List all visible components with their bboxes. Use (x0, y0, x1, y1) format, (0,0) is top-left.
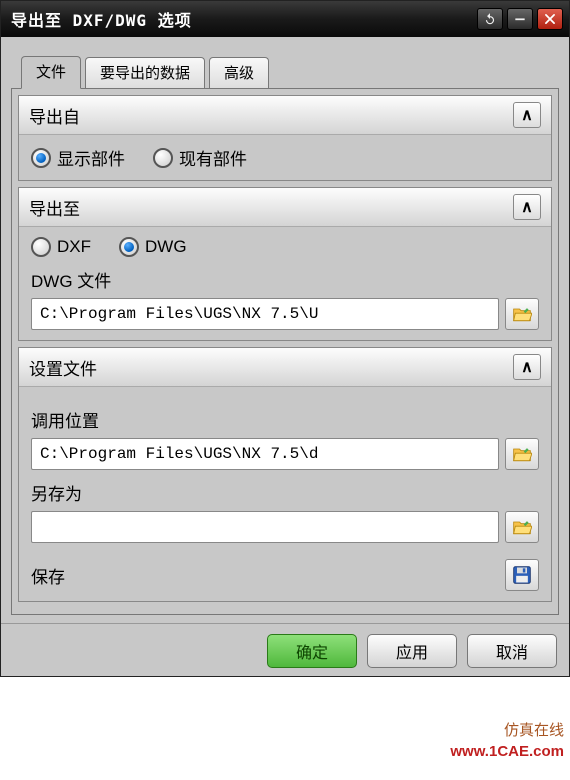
collapse-button[interactable]: ∧ (513, 102, 541, 128)
radio-icon (31, 237, 51, 257)
tab-file[interactable]: 文件 (21, 56, 81, 89)
load-location-input[interactable] (31, 438, 499, 470)
format-radio-group: DXF DWG (31, 237, 539, 257)
tab-label: 要导出的数据 (100, 65, 190, 82)
save-as-row (31, 511, 539, 543)
ok-button[interactable]: 确定 (267, 634, 357, 668)
radio-dxf[interactable]: DXF (31, 237, 91, 257)
button-label: 取消 (496, 639, 528, 663)
dialog-window: 导出至 DXF/DWG 选项 文件 要导出的数据 高级 (0, 0, 570, 677)
save-row: 保存 (31, 559, 539, 591)
browse-dwg-button[interactable] (505, 298, 539, 330)
section-title: 导出自 (29, 103, 80, 128)
chevron-up-icon: ∧ (521, 197, 533, 217)
button-label: 应用 (396, 639, 428, 663)
section-body-export-from: 显示部件 现有部件 (19, 135, 551, 180)
export-from-radio-group: 显示部件 现有部件 (31, 145, 539, 170)
close-icon (543, 12, 557, 26)
load-location-label: 调用位置 (31, 407, 539, 432)
save-label: 保存 (31, 563, 65, 588)
section-header-export-to[interactable]: 导出至 ∧ (19, 188, 551, 227)
collapse-button[interactable]: ∧ (513, 354, 541, 380)
apply-button[interactable]: 应用 (367, 634, 457, 668)
refresh-button[interactable] (477, 8, 503, 30)
section-header-settings[interactable]: 设置文件 ∧ (19, 348, 551, 387)
radio-display-parts[interactable]: 显示部件 (31, 145, 125, 170)
dialog-footer: 确定 应用 取消 (1, 623, 569, 676)
folder-open-icon (512, 305, 532, 323)
save-as-input[interactable] (31, 511, 499, 543)
watermark-line1: 仿真在线 (450, 720, 564, 741)
button-label: 确定 (296, 639, 328, 663)
browse-load-button[interactable] (505, 438, 539, 470)
minimize-icon (513, 12, 527, 26)
refresh-icon (483, 12, 497, 26)
floppy-disk-icon (512, 565, 532, 585)
browse-save-as-button[interactable] (505, 511, 539, 543)
dwg-file-input[interactable] (31, 298, 499, 330)
collapse-button[interactable]: ∧ (513, 194, 541, 220)
load-location-row (31, 438, 539, 470)
dwg-file-label: DWG 文件 (31, 267, 539, 292)
section-header-export-from[interactable]: 导出自 ∧ (19, 96, 551, 135)
content-area: 文件 要导出的数据 高级 导出自 ∧ (1, 37, 569, 623)
radio-icon (31, 148, 51, 168)
radio-existing-parts[interactable]: 现有部件 (153, 145, 247, 170)
radio-label: DXF (57, 237, 91, 257)
save-as-label: 另存为 (31, 480, 539, 505)
radio-label: 显示部件 (57, 145, 125, 170)
chevron-up-icon: ∧ (521, 105, 533, 125)
titlebar: 导出至 DXF/DWG 选项 (1, 1, 569, 37)
radio-label: DWG (145, 237, 187, 257)
dwg-file-row (31, 298, 539, 330)
save-button[interactable] (505, 559, 539, 591)
tab-data[interactable]: 要导出的数据 (85, 57, 205, 89)
tab-panel-file: 导出自 ∧ 显示部件 现有部件 (11, 88, 559, 615)
cancel-button[interactable]: 取消 (467, 634, 557, 668)
tab-advanced[interactable]: 高级 (209, 57, 269, 89)
tab-strip: 文件 要导出的数据 高级 (21, 55, 559, 88)
section-export-to: 导出至 ∧ DXF DWG (18, 187, 552, 341)
tab-label: 高级 (224, 65, 254, 82)
section-body-settings: 调用位置 另存为 (19, 387, 551, 601)
close-button[interactable] (537, 8, 563, 30)
watermark-line2: www.1CAE.com (450, 741, 564, 762)
watermark-bottom-right: 仿真在线 www.1CAE.com (450, 720, 564, 762)
section-body-export-to: DXF DWG DWG 文件 (19, 227, 551, 340)
radio-label: 现有部件 (179, 145, 247, 170)
tab-label: 文件 (36, 64, 66, 81)
radio-icon (153, 148, 173, 168)
section-title: 设置文件 (29, 355, 97, 380)
chevron-up-icon: ∧ (521, 357, 533, 377)
folder-open-icon (512, 518, 532, 536)
folder-open-icon (512, 445, 532, 463)
section-title: 导出至 (29, 195, 80, 220)
window-title: 导出至 DXF/DWG 选项 (11, 7, 473, 31)
minimize-button[interactable] (507, 8, 533, 30)
section-export-from: 导出自 ∧ 显示部件 现有部件 (18, 95, 552, 181)
section-settings-file: 设置文件 ∧ 调用位置 (18, 347, 552, 602)
radio-icon (119, 237, 139, 257)
radio-dwg[interactable]: DWG (119, 237, 187, 257)
